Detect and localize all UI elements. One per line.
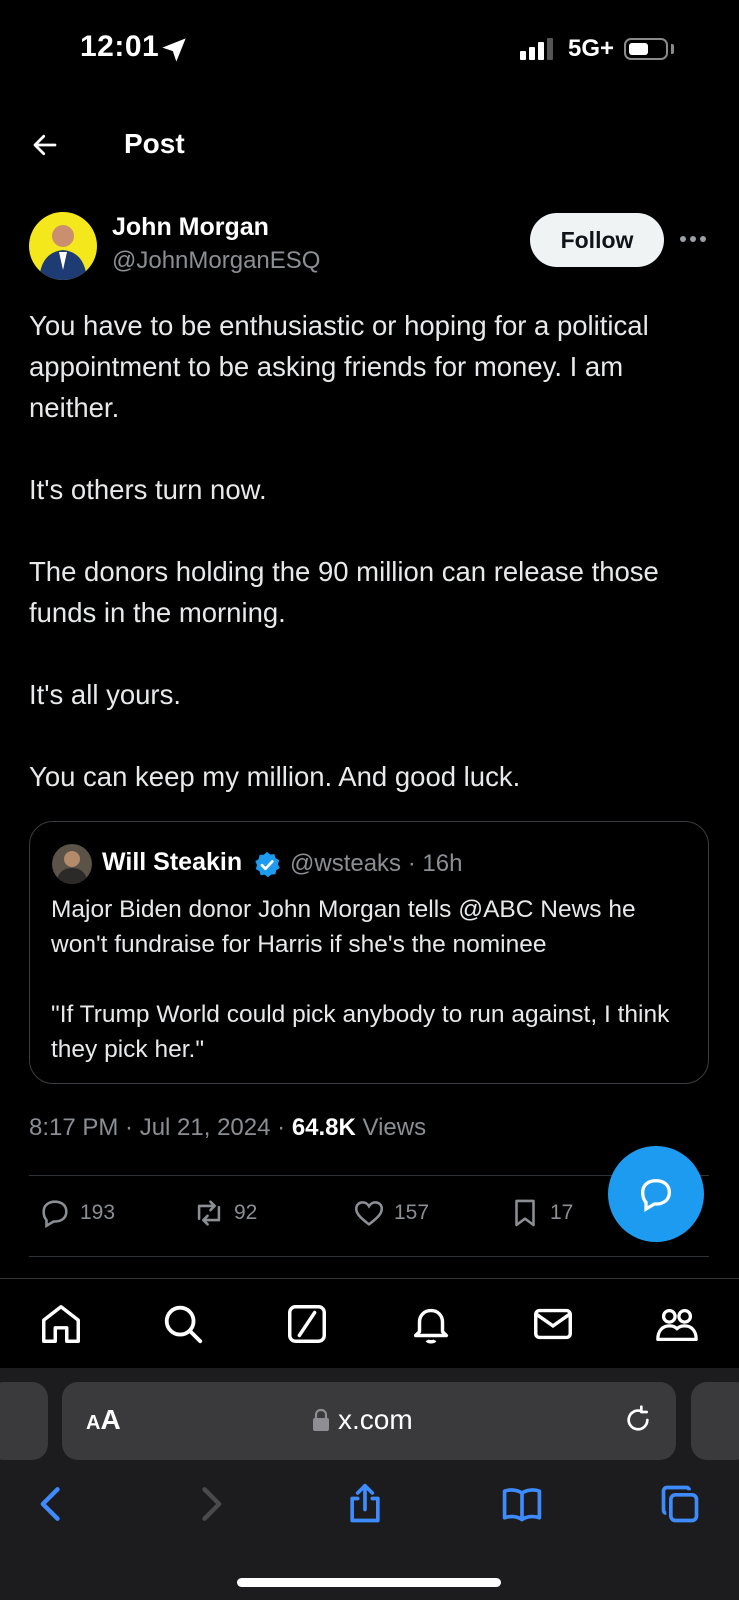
lock-icon bbox=[313, 1408, 329, 1431]
like-action[interactable]: 157 bbox=[352, 1196, 429, 1230]
home-icon[interactable] bbox=[38, 1301, 84, 1347]
views-label: Views bbox=[355, 1114, 427, 1141]
text-size-button[interactable]: AA bbox=[86, 1404, 121, 1436]
post-paragraph: You have to be enthusiastic or hoping fo… bbox=[29, 310, 649, 423]
post-paragraph: You can keep my million. And good luck. bbox=[29, 761, 521, 792]
reply-action[interactable]: 193 bbox=[38, 1196, 115, 1230]
follow-button[interactable]: Follow bbox=[530, 213, 664, 267]
quote-handle-time: @wsteaks · 16h bbox=[290, 850, 463, 877]
quote-paragraph: "If Trump World could pick anybody to ru… bbox=[51, 1001, 670, 1063]
quoted-post[interactable]: Will Steakin @wsteaks · 16h Major Biden … bbox=[29, 821, 709, 1084]
repost-action[interactable]: 92 bbox=[192, 1196, 257, 1230]
post-meta: 8:17 PM · Jul 21, 2024 · 64.8K Views bbox=[29, 1114, 426, 1142]
browser-back-icon[interactable] bbox=[30, 1482, 74, 1526]
author-handle[interactable]: @JohnMorganESQ bbox=[112, 247, 320, 275]
browser-toolbar: AA x.com bbox=[0, 1368, 739, 1600]
divider bbox=[29, 1256, 709, 1257]
more-options-icon[interactable] bbox=[680, 236, 706, 242]
heart-icon bbox=[354, 1201, 384, 1226]
post-paragraph: The donors holding the 90 million can re… bbox=[29, 556, 659, 628]
page-title: Post bbox=[124, 128, 185, 159]
quote-author-avatar[interactable] bbox=[52, 844, 92, 884]
address-bar[interactable]: AA x.com bbox=[62, 1382, 676, 1460]
communities-icon[interactable] bbox=[654, 1301, 700, 1347]
battery-tip bbox=[671, 44, 674, 54]
reply-count: 193 bbox=[80, 1201, 116, 1224]
location-arrow-icon bbox=[162, 38, 186, 62]
network-label: 5G+ bbox=[568, 35, 615, 62]
reply-bubble-icon bbox=[640, 1178, 672, 1212]
quote-author-name[interactable]: Will Steakin bbox=[102, 848, 242, 877]
bookmarks-book-icon[interactable] bbox=[500, 1482, 544, 1526]
url-text[interactable]: x.com bbox=[338, 1404, 413, 1436]
bookmark-icon bbox=[515, 1199, 535, 1227]
views-count[interactable]: 64.8K bbox=[292, 1114, 356, 1141]
bookmark-count: 17 bbox=[550, 1201, 574, 1224]
post-text: You have to be enthusiastic or hoping fo… bbox=[29, 305, 709, 838]
signal-strength-icon bbox=[520, 38, 553, 60]
post-timestamp: 8:17 PM · Jul 21, 2024 · bbox=[29, 1114, 292, 1141]
author-name[interactable]: John Morgan bbox=[112, 213, 269, 242]
battery-icon bbox=[624, 38, 668, 60]
arrow-left-icon[interactable] bbox=[30, 130, 60, 160]
messages-envelope-icon[interactable] bbox=[530, 1301, 576, 1347]
status-time: 12:01 bbox=[80, 30, 160, 63]
notifications-bell-icon[interactable] bbox=[408, 1301, 454, 1347]
browser-forward-icon[interactable] bbox=[188, 1482, 232, 1526]
reply-icon bbox=[42, 1200, 68, 1229]
quote-paragraph: Major Biden donor John Morgan tells @ABC… bbox=[51, 896, 636, 958]
tabs-icon[interactable] bbox=[658, 1482, 702, 1526]
text-size-large: A bbox=[100, 1404, 121, 1435]
post-paragraph: It's all yours. bbox=[29, 679, 181, 710]
share-icon[interactable] bbox=[343, 1482, 387, 1526]
home-indicator bbox=[237, 1578, 501, 1587]
next-tab-card[interactable] bbox=[691, 1382, 739, 1460]
divider bbox=[29, 1175, 709, 1176]
bottom-tab-bar bbox=[0, 1278, 739, 1369]
text-size-small: A bbox=[86, 1412, 101, 1434]
verified-badge-icon bbox=[255, 851, 280, 878]
like-count: 157 bbox=[394, 1201, 430, 1224]
quote-text: Major Biden donor John Morgan tells @ABC… bbox=[51, 892, 691, 1102]
repost-icon bbox=[197, 1200, 221, 1226]
repost-count: 92 bbox=[234, 1201, 258, 1224]
bookmark-action[interactable]: 17 bbox=[508, 1196, 573, 1230]
post-paragraph: It's others turn now. bbox=[29, 474, 267, 505]
compose-reply-button[interactable] bbox=[608, 1146, 704, 1242]
reload-icon[interactable] bbox=[622, 1404, 654, 1436]
previous-tab-card[interactable] bbox=[0, 1382, 48, 1460]
author-avatar[interactable] bbox=[29, 212, 97, 280]
grok-icon[interactable] bbox=[284, 1301, 330, 1347]
search-icon[interactable] bbox=[160, 1301, 206, 1347]
